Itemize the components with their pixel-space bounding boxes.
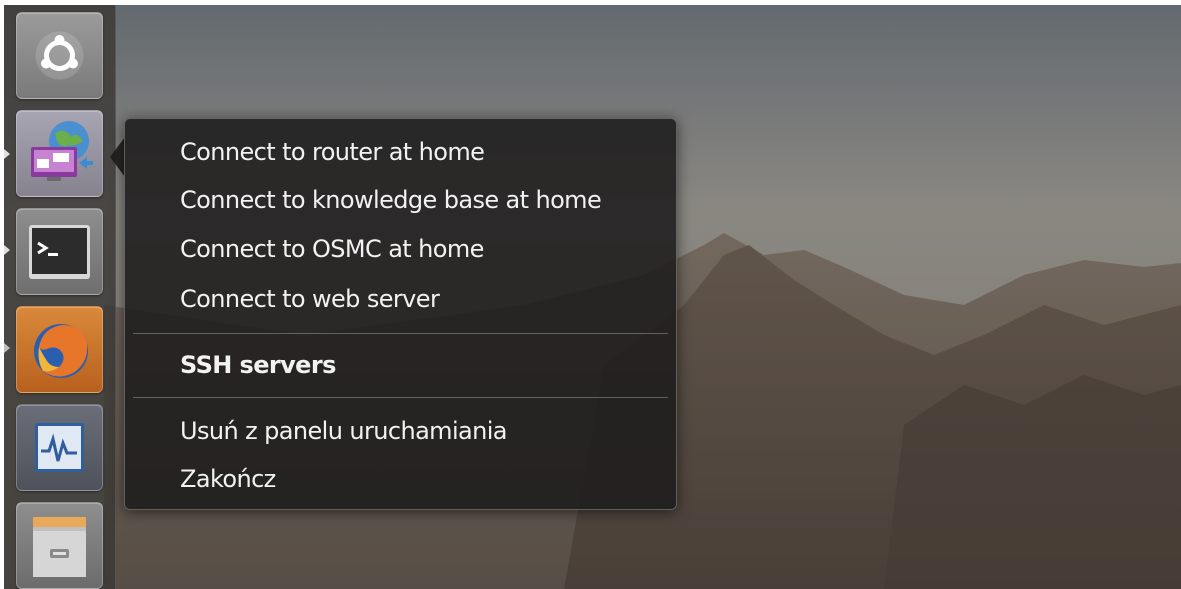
- running-indicator: [4, 343, 10, 353]
- quicklist-item-knowledge-base[interactable]: Connect to knowledge base at home: [180, 185, 602, 215]
- launcher-item-firefox[interactable]: [16, 306, 103, 393]
- launcher-bar: [4, 5, 116, 589]
- quicklist-item-quit[interactable]: Zakończ: [180, 464, 276, 494]
- quicklist-pointer: [110, 137, 125, 177]
- launcher-item-terminal[interactable]: [16, 208, 103, 295]
- desktop: Connect to router at home Connect to kno…: [4, 5, 1181, 589]
- quicklist-separator: [133, 333, 668, 334]
- launcher-item-ssh-servers[interactable]: [16, 110, 103, 197]
- launcher-item-dash[interactable]: [16, 12, 103, 99]
- quicklist-item-router[interactable]: Connect to router at home: [180, 137, 485, 167]
- file-cabinet-icon: [33, 517, 86, 577]
- ubuntu-logo-icon: [35, 31, 84, 80]
- remote-desktop-icon: [31, 121, 93, 181]
- launcher-item-system-monitor[interactable]: [16, 404, 103, 491]
- system-monitor-icon: [35, 423, 84, 472]
- launcher-item-files[interactable]: [16, 502, 103, 589]
- launcher-quicklist: Connect to router at home Connect to kno…: [124, 118, 677, 510]
- terminal-icon: [29, 225, 90, 279]
- quicklist-item-remove-from-launcher[interactable]: Usuń z panelu uruchamiania: [180, 416, 508, 446]
- running-indicator: [4, 245, 10, 255]
- quicklist-item-web-server[interactable]: Connect to web server: [180, 284, 440, 314]
- quicklist-item-osmc[interactable]: Connect to OSMC at home: [180, 234, 484, 264]
- firefox-icon: [34, 324, 88, 378]
- quicklist-separator: [133, 397, 668, 398]
- running-indicator: [4, 149, 10, 159]
- quicklist-app-title[interactable]: SSH servers: [180, 350, 336, 380]
